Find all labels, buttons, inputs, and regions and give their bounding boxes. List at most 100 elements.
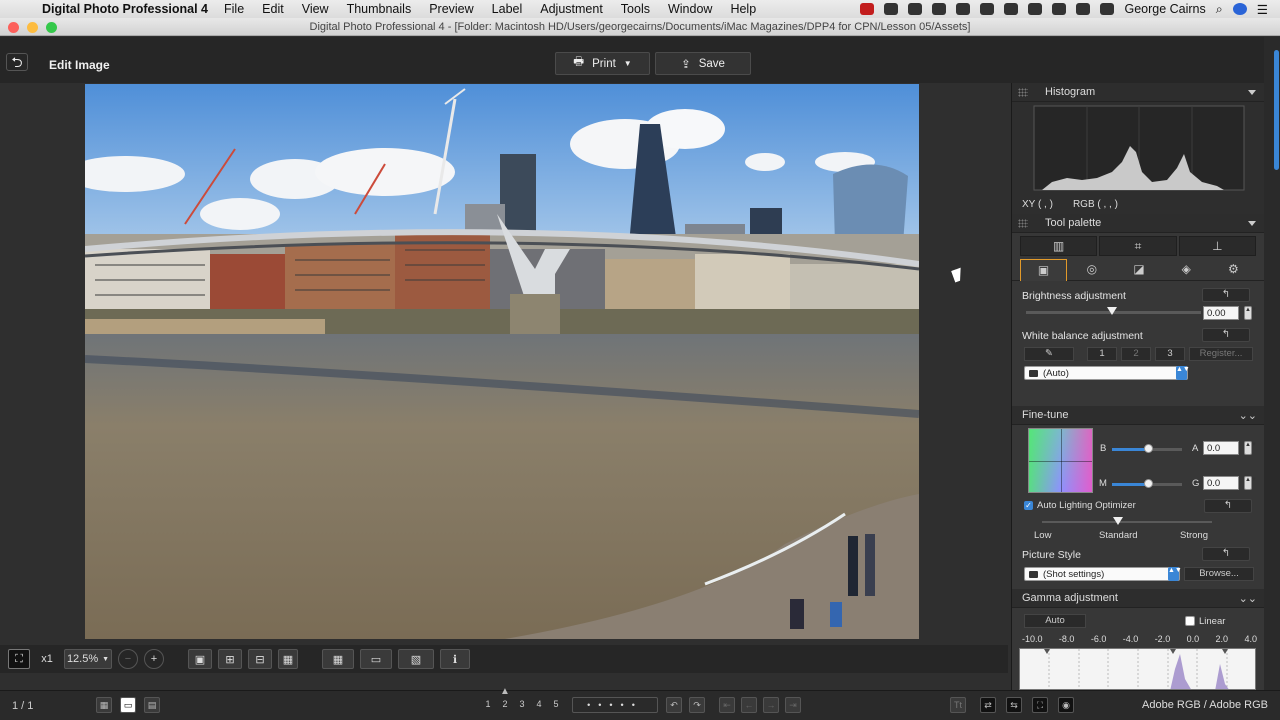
thumbnail-grid-icon[interactable]: ▦ <box>96 697 112 713</box>
tool-palette-header[interactable]: Tool palette <box>1012 214 1264 233</box>
zoom-window-button[interactable] <box>46 22 57 33</box>
af-point-display-icon[interactable]: ▣ <box>188 649 212 669</box>
tab-tone-adjustment-icon[interactable]: ◎ <box>1069 259 1114 281</box>
menu-adjustment[interactable]: Adjustment <box>540 2 603 16</box>
notification-center-icon[interactable]: ☰ <box>1257 2 1268 17</box>
next-image-icon[interactable]: → <box>763 697 779 713</box>
previous-image-icon[interactable]: ← <box>741 697 757 713</box>
brightness-value-field[interactable]: 0.00 <box>1203 306 1239 320</box>
compare-display-icon[interactable]: ▦ <box>278 649 298 669</box>
alo-slider-handle[interactable] <box>1113 517 1123 525</box>
zoom-in-icon[interactable]: + <box>144 649 164 669</box>
before-after-icon[interactable]: ⇄ <box>980 697 996 713</box>
collapse-double-chevron-icon[interactable]: ⌄⌄ <box>1239 590 1257 609</box>
zoom-x1-button[interactable]: x1 <box>36 649 58 669</box>
rotate-left-icon[interactable]: ↶ <box>666 697 682 713</box>
evernote-icon[interactable] <box>932 3 947 15</box>
menu-view[interactable]: View <box>302 2 329 16</box>
edited-photo[interactable] <box>85 84 919 639</box>
minimize-window-button[interactable] <box>27 22 38 33</box>
menu-tools[interactable]: Tools <box>621 2 650 16</box>
alo-slider-track[interactable] <box>1042 521 1212 523</box>
menu-label[interactable]: Label <box>492 2 523 16</box>
ba-stepper[interactable]: ▲▼ <box>1244 441 1257 455</box>
stamp-tool-icon[interactable]: ⊥ <box>1178 236 1256 256</box>
tab-tone-curve-icon[interactable]: ◪ <box>1116 259 1161 281</box>
zoom-out-icon[interactable]: − <box>118 649 138 669</box>
back-button[interactable]: ⮌ <box>6 53 28 71</box>
camera-icon[interactable]: ◉ <box>1058 697 1074 713</box>
app-menu-name[interactable]: Digital Photo Professional 4 <box>42 2 208 16</box>
gamma-mid-point-handle[interactable] <box>1170 649 1176 654</box>
chevron-down-icon[interactable] <box>1248 90 1256 95</box>
menu-edit[interactable]: Edit <box>262 2 284 16</box>
star-rating-control[interactable]: ••••• <box>572 697 658 713</box>
wb-register-1-button[interactable]: 1 <box>1087 347 1117 361</box>
collapse-double-chevron-icon[interactable]: ⌄⌄ <box>1239 407 1257 426</box>
rating-5-button[interactable]: 5 <box>548 697 564 713</box>
split-view-icon[interactable]: ⇆ <box>1006 697 1022 713</box>
grid-overlay-icon[interactable]: ▦ <box>322 649 354 669</box>
rotate-right-icon[interactable]: ↷ <box>689 697 705 713</box>
menu-thumbnails[interactable]: Thumbnails <box>347 2 412 16</box>
siri-icon[interactable] <box>1232 3 1247 15</box>
layout-display-icon[interactable]: ⊟ <box>248 649 272 669</box>
microphone-icon[interactable] <box>956 3 971 15</box>
chevron-down-icon[interactable]: ▼ <box>624 59 632 68</box>
rating-2-button[interactable]: 2 <box>497 697 513 713</box>
bluetooth-icon[interactable] <box>1028 3 1043 15</box>
filmstrip-icon[interactable]: ▤ <box>144 697 160 713</box>
menu-file[interactable]: File <box>224 2 244 16</box>
print-button[interactable]: 🖶 Print ▼ <box>555 52 650 75</box>
brightness-reset-icon[interactable]: ↰ <box>1202 288 1250 302</box>
alo-checkbox[interactable]: ✓ <box>1024 501 1033 510</box>
rating-4-button[interactable]: 4 <box>531 697 547 713</box>
panel-scrollbar-thumb[interactable] <box>1274 50 1279 170</box>
white-balance-reset-icon[interactable]: ↰ <box>1202 328 1250 342</box>
info-overlay-icon[interactable]: ▧ <box>398 649 434 669</box>
gamma-linear-checkbox[interactable] <box>1185 616 1195 626</box>
gamma-auto-button[interactable]: Auto <box>1024 614 1086 628</box>
rating-3-button[interactable]: 3 <box>514 697 530 713</box>
zoom-select[interactable]: 12.5% ▼ <box>64 649 112 669</box>
fine-tune-header[interactable]: Fine-tune ⌄⌄ <box>1012 406 1265 425</box>
picture-style-select[interactable]: (Shot settings) ▲▼ <box>1024 567 1182 581</box>
fit-to-window-icon[interactable]: ⛶ <box>8 649 30 669</box>
brightness-stepper[interactable]: ▲▼ <box>1244 306 1257 320</box>
ba-value-field[interactable]: 0.0 <box>1203 441 1239 455</box>
single-view-icon[interactable]: ▭ <box>120 697 136 713</box>
save-button[interactable]: ⇪ Save <box>655 52 751 75</box>
fullscreen-icon[interactable]: ⛶ <box>1032 697 1048 713</box>
mg-value-field[interactable]: 0.0 <box>1203 476 1239 490</box>
wb-register-3-button[interactable]: 3 <box>1155 347 1185 361</box>
grid-icon[interactable] <box>980 3 995 15</box>
menu-preview[interactable]: Preview <box>429 2 473 16</box>
menu-window[interactable]: Window <box>668 2 712 16</box>
histogram-header[interactable]: Histogram <box>1012 83 1264 102</box>
white-balance-select[interactable]: (Auto) ▲▼ <box>1024 366 1190 380</box>
brightness-slider-handle[interactable] <box>1107 307 1117 315</box>
mg-slider-handle[interactable] <box>1144 479 1153 488</box>
creative-cloud-icon[interactable] <box>884 3 899 15</box>
ba-slider-handle[interactable] <box>1144 444 1153 453</box>
airplay-icon[interactable] <box>1076 3 1091 15</box>
info-icon[interactable]: ℹ <box>440 649 470 669</box>
close-window-button[interactable] <box>8 22 19 33</box>
volume-icon[interactable] <box>1100 3 1115 15</box>
camera-icon[interactable] <box>908 3 923 15</box>
highlight-warning-icon[interactable]: ▭ <box>360 649 392 669</box>
rating-1-button[interactable]: 1 <box>480 697 496 713</box>
text-size-icon[interactable]: Tt <box>950 697 966 713</box>
alo-reset-icon[interactable]: ↰ <box>1204 499 1252 513</box>
picture-style-browse-button[interactable]: Browse... <box>1184 567 1254 581</box>
mg-stepper[interactable]: ▲▼ <box>1244 476 1257 490</box>
drag-grip-icon[interactable] <box>1018 219 1028 228</box>
wb-register-2-button[interactable]: 2 <box>1121 347 1151 361</box>
spotlight-search-icon[interactable]: ⌕ <box>1216 2 1223 17</box>
gamma-header[interactable]: Gamma adjustment ⌄⌄ <box>1012 589 1265 608</box>
wifi-icon[interactable] <box>1052 3 1067 15</box>
time-machine-icon[interactable] <box>1004 3 1019 15</box>
eyedropper-icon[interactable]: ✎ <box>1024 347 1074 361</box>
picture-style-reset-icon[interactable]: ↰ <box>1202 547 1250 561</box>
grid-display-icon[interactable]: ⊞ <box>218 649 242 669</box>
